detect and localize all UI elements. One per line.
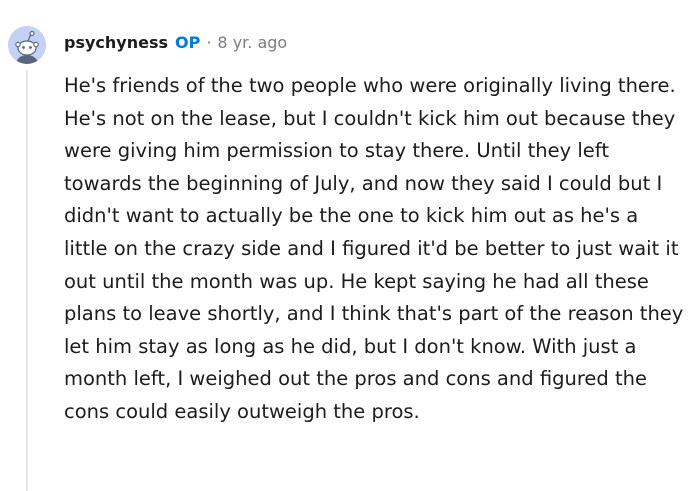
comment-meta: psychyness OP · 8 yr. ago: [64, 30, 287, 54]
timestamp-link[interactable]: 8 yr. ago: [217, 33, 287, 52]
avatar[interactable]: [8, 26, 46, 64]
meta-separator: ·: [206, 32, 212, 52]
username-link[interactable]: psychyness: [64, 33, 168, 52]
comment: psychyness OP · 8 yr. ago He's friends o…: [0, 0, 700, 491]
reddit-default-avatar-icon: [8, 26, 46, 64]
comment-body: He's friends of the two people who were …: [64, 74, 684, 423]
op-badge: OP: [175, 32, 201, 52]
thread-line[interactable]: [26, 70, 28, 491]
